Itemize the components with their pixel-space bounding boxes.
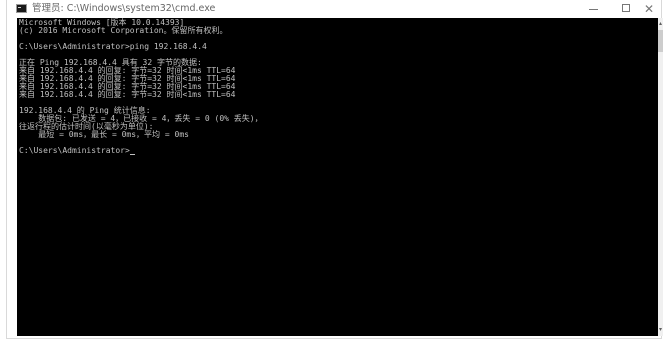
console-icon[interactable]	[16, 4, 27, 13]
console-line: 最短 = 0ms，最长 = 0ms，平均 = 0ms	[19, 130, 189, 139]
console-line: (c) 2016 Microsoft Corporation。保留所有权利。	[19, 26, 228, 35]
title-bar[interactable]: 管理员: C:\Windows\system32\cmd.exe ✕	[7, 0, 661, 18]
console-line: 来自 192.168.4.4 的回复: 字节=32 时间<1ms TTL=64	[19, 90, 236, 99]
close-icon: ✕	[644, 2, 655, 16]
scroll-up-icon[interactable]: ▴	[658, 21, 663, 27]
close-button[interactable]: ✕	[637, 0, 667, 18]
text-cursor	[129, 154, 135, 155]
console-line: C:\Users\Administrator>ping 192.168.4.4	[19, 42, 207, 51]
prompt-text: C:\Users\Administrator>	[19, 146, 130, 155]
vertical-scrollbar[interactable]: ▴ ▾	[658, 18, 663, 336]
maximize-icon	[622, 4, 630, 12]
minimize-icon	[589, 9, 598, 10]
window-title: 管理员: C:\Windows\system32\cmd.exe	[32, 3, 216, 14]
console-output[interactable]: Microsoft Windows [版本 10.0.14393] (c) 20…	[17, 18, 658, 336]
scroll-thumb[interactable]	[658, 30, 663, 52]
cmd-window: 管理员: C:\Windows\system32\cmd.exe ✕ Micro…	[6, 0, 663, 339]
console-lines: Microsoft Windows [版本 10.0.14393] (c) 20…	[19, 19, 263, 155]
minimize-button[interactable]	[579, 0, 609, 18]
scroll-down-icon[interactable]: ▾	[658, 327, 663, 333]
command-prompt[interactable]: C:\Users\Administrator>	[19, 147, 263, 155]
